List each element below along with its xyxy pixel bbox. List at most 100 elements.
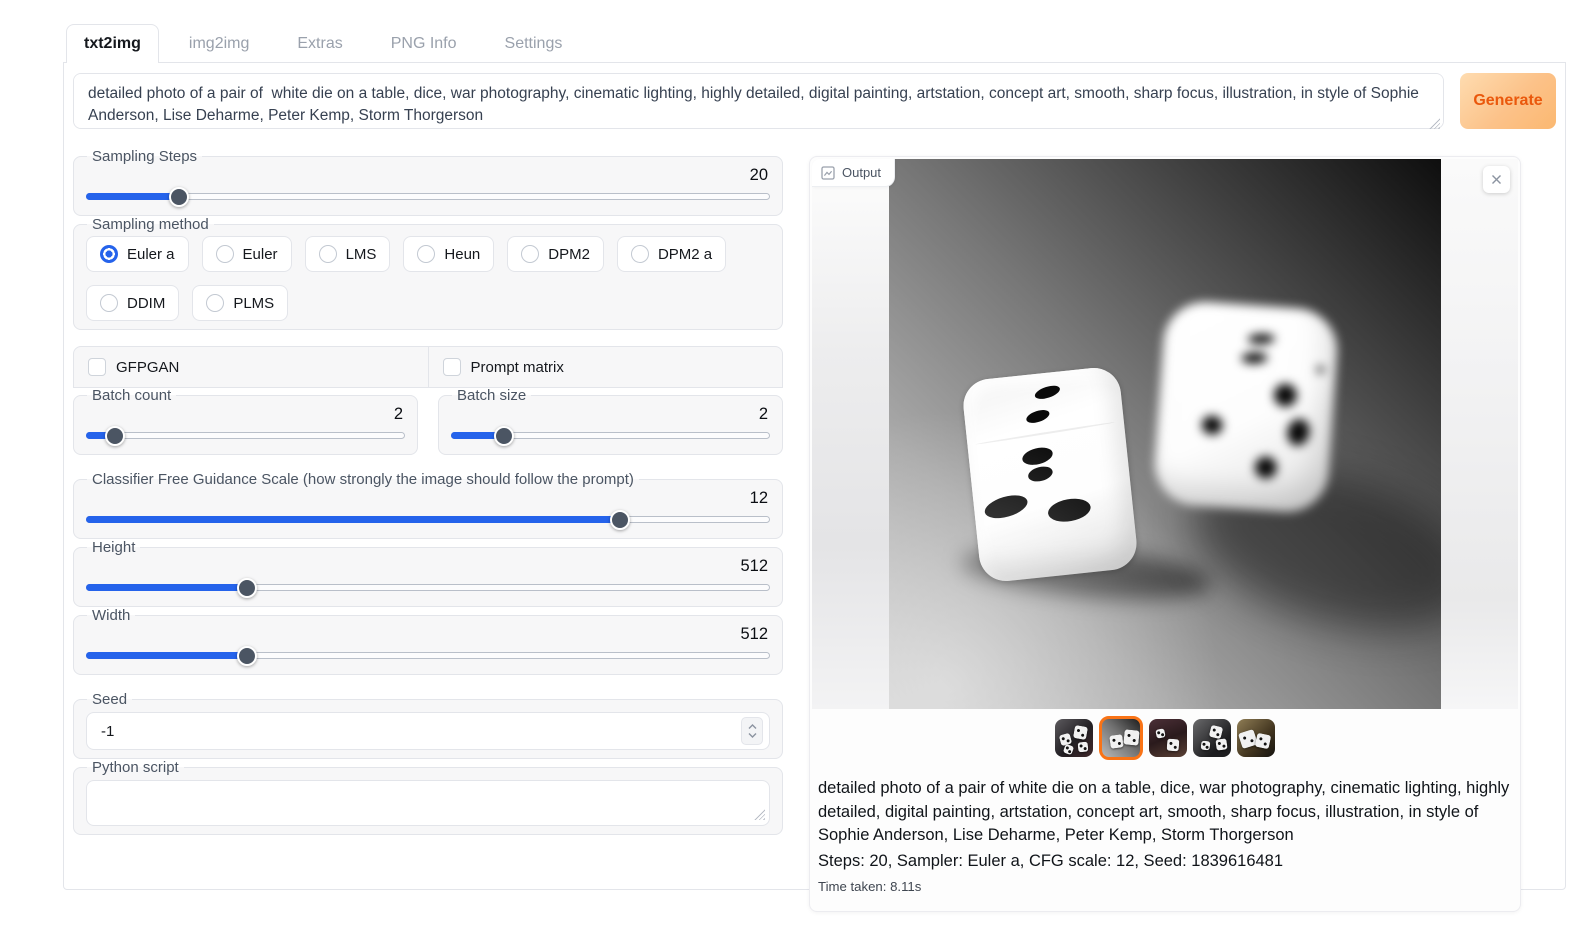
width-value: 512 (86, 625, 768, 644)
height-slider[interactable] (86, 577, 770, 598)
seed-label: Seed (87, 691, 132, 708)
sampling-method-option-euler-a[interactable]: Euler a (86, 236, 189, 272)
tab-extras[interactable]: Extras (279, 24, 360, 63)
batch-count-group: Batch count 2 (73, 387, 418, 455)
radio-label: LMS (346, 246, 377, 263)
gfpgan-checkbox-cell[interactable]: GFPGAN (74, 347, 428, 387)
slider-thumb[interactable] (610, 510, 630, 530)
radio-icon[interactable] (521, 245, 539, 263)
prompt-input[interactable]: detailed photo of a pair of white die on… (73, 73, 1444, 129)
gallery-thumbnail-3[interactable] (1149, 719, 1187, 757)
slider-thumb[interactable] (237, 578, 257, 598)
size-group: Height 512 Width 512 (73, 539, 783, 675)
sampling-method-label: Sampling method (87, 216, 214, 233)
sampling-group: Sampling Steps 20 Sampling method Euler … (73, 148, 783, 330)
sampling-method-group: Sampling method Euler a Euler LMS Heun DPM2 D… (73, 216, 783, 330)
radio-label: DPM2 (548, 246, 590, 263)
height-value: 512 (86, 557, 768, 576)
output-label: Output (842, 165, 881, 180)
slider-thumb[interactable] (105, 426, 125, 446)
gallery-thumbnail-4[interactable] (1193, 719, 1231, 757)
prompt-matrix-checkbox[interactable] (443, 358, 461, 376)
seed-stepper[interactable] (741, 717, 763, 745)
radio-label: DPM2 a (658, 246, 712, 263)
prompt-matrix-label: Prompt matrix (471, 359, 564, 376)
seed-group: Seed -1 (73, 691, 783, 759)
radio-icon[interactable] (631, 245, 649, 263)
slider-fill (86, 652, 247, 659)
batch-group: GFPGAN Prompt matrix Batch count 2 (73, 346, 783, 455)
slider-thumb[interactable] (494, 426, 514, 446)
output-image-stage (812, 159, 1518, 709)
slider-track[interactable] (86, 432, 405, 439)
caption-time-taken: Time taken: 8.11s (818, 875, 1512, 899)
width-group: Width 512 (73, 607, 783, 675)
radio-icon[interactable] (216, 245, 234, 263)
radio-label: Euler (243, 246, 278, 263)
slider-fill (86, 584, 247, 591)
output-label-chip: Output (812, 159, 895, 187)
tab-png-info[interactable]: PNG Info (373, 24, 475, 63)
output-caption: detailed photo of a pair of white die on… (812, 764, 1518, 903)
die-shadow (959, 538, 1212, 608)
app-root: txt2img img2img Extras PNG Info Settings det… (0, 0, 1594, 935)
slider-thumb[interactable] (169, 187, 189, 207)
cfg-scale-slider[interactable] (86, 509, 770, 530)
cfg-scale-label: Classifier Free Guidance Scale (how stro… (87, 471, 639, 488)
width-slider[interactable] (86, 645, 770, 666)
controls-column: Sampling Steps 20 Sampling method Euler … (73, 148, 783, 912)
slider-fill (86, 193, 179, 200)
radio-icon[interactable] (100, 245, 118, 263)
radio-icon[interactable] (206, 294, 224, 312)
chevron-down-icon (748, 732, 757, 738)
radio-icon[interactable] (417, 245, 435, 263)
script-resize-handle[interactable] (754, 809, 765, 820)
tab-bar: txt2img img2img Extras PNG Info Settings (66, 24, 592, 63)
chevron-up-icon (748, 724, 757, 730)
gallery-thumbnail-5[interactable] (1237, 719, 1275, 757)
sampling-method-option-euler[interactable]: Euler (202, 236, 292, 272)
sampling-method-option-dpm2-a[interactable]: DPM2 a (617, 236, 726, 272)
gallery-thumbnail-2[interactable] (1099, 716, 1143, 760)
output-column: Output (809, 148, 1556, 912)
radio-icon[interactable] (319, 245, 337, 263)
gfpgan-checkbox[interactable] (88, 358, 106, 376)
main-row: Sampling Steps 20 Sampling method Euler … (73, 148, 1556, 912)
sampling-method-option-plms[interactable]: PLMS (192, 285, 288, 321)
sampling-method-option-lms[interactable]: LMS (305, 236, 391, 272)
prompt-matrix-checkbox-cell[interactable]: Prompt matrix (428, 347, 783, 387)
output-panel: Output (809, 156, 1521, 912)
close-icon (1491, 174, 1502, 185)
python-script-label: Python script (87, 759, 184, 776)
width-label: Width (87, 607, 135, 624)
python-script-group: Python script (73, 759, 783, 835)
height-group: Height 512 (73, 539, 783, 607)
batch-row: Batch count 2 Batch size 2 (73, 387, 783, 455)
radio-label: Heun (444, 246, 480, 263)
batch-count-label: Batch count (87, 387, 176, 404)
generate-button[interactable]: Generate (1460, 73, 1556, 129)
radio-icon[interactable] (100, 294, 118, 312)
sampling-steps-slider[interactable] (86, 186, 770, 207)
batch-size-label: Batch size (452, 387, 531, 404)
sampling-method-option-ddim[interactable]: DDIM (86, 285, 179, 321)
batch-size-slider[interactable] (451, 425, 770, 446)
close-output-button[interactable] (1483, 166, 1510, 193)
seed-script-group: Seed -1 Python script (73, 691, 783, 835)
gallery-thumbnail-1[interactable] (1055, 719, 1093, 757)
slider-thumb[interactable] (237, 646, 257, 666)
python-script-input[interactable] (86, 780, 770, 826)
seed-input[interactable]: -1 (86, 712, 770, 750)
tab-txt2img[interactable]: txt2img (66, 24, 159, 63)
radio-label: DDIM (127, 295, 165, 312)
prompt-textarea-wrap: detailed photo of a pair of white die on… (73, 73, 1444, 134)
sampling-steps-group: Sampling Steps 20 (73, 148, 783, 216)
batch-count-slider[interactable] (86, 425, 405, 446)
sampling-steps-label: Sampling Steps (87, 148, 202, 165)
sampling-method-option-heun[interactable]: Heun (403, 236, 494, 272)
tab-settings[interactable]: Settings (487, 24, 581, 63)
gfpgan-label: GFPGAN (116, 359, 179, 376)
sampling-method-option-dpm2[interactable]: DPM2 (507, 236, 604, 272)
tab-img2img[interactable]: img2img (171, 24, 267, 63)
height-label: Height (87, 539, 140, 556)
